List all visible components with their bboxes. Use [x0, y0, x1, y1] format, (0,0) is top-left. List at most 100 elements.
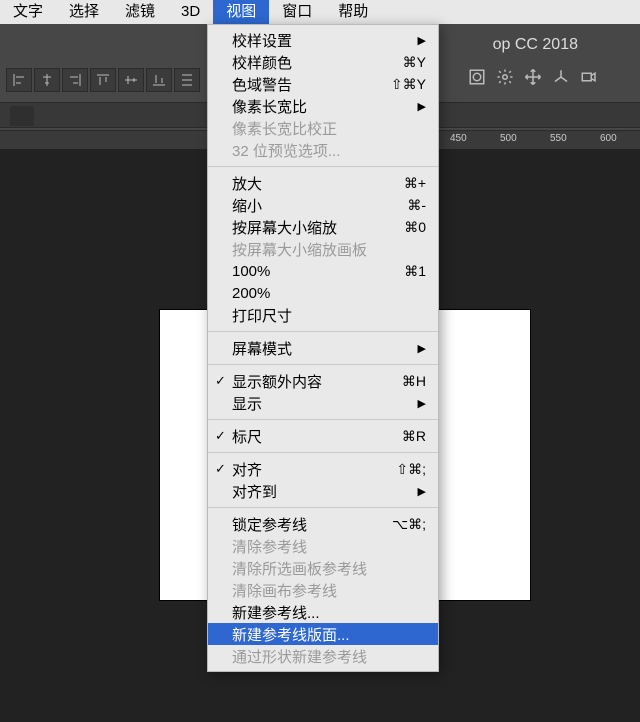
menu-view[interactable]: 视图: [213, 0, 269, 24]
submenu-arrow-icon: ▶: [418, 100, 426, 113]
menu-item[interactable]: ✓ 显示额外内容 ⌘H: [208, 370, 438, 392]
menu-item-label: 新建参考线版面...: [232, 624, 426, 645]
menu-item-label: 屏幕模式: [232, 338, 408, 359]
align-toolbar: [6, 68, 200, 92]
menu-shortcut: ⌘+: [404, 175, 426, 192]
menu-item[interactable]: 200%: [208, 282, 438, 304]
menu-item-label: 清除所选画板参考线: [232, 558, 426, 579]
menu-item: 通过形状新建参考线: [208, 645, 438, 667]
menu-separator: [208, 364, 438, 365]
menu-item[interactable]: ✓ 对齐 ⇧⌘;: [208, 458, 438, 480]
menu-help[interactable]: 帮助: [325, 0, 381, 24]
menu-separator: [208, 331, 438, 332]
menu-shortcut: ⇧⌘Y: [391, 76, 426, 93]
menu-shortcut: ⇧⌘;: [396, 461, 426, 478]
menu-item-label: 新建参考线...: [232, 602, 426, 623]
menu-item-label: 校样设置: [232, 30, 408, 51]
align-top-icon[interactable]: [90, 68, 116, 92]
menu-item: 32 位预览选项...: [208, 139, 438, 161]
align-bottom-icon[interactable]: [146, 68, 172, 92]
ruler-mark: 600: [600, 133, 617, 144]
align-hcenter-icon[interactable]: [34, 68, 60, 92]
ruler-mark: 450: [450, 133, 467, 144]
menu-item[interactable]: 按屏幕大小缩放 ⌘0: [208, 216, 438, 238]
menu-separator: [208, 507, 438, 508]
checkmark-icon: ✓: [215, 373, 226, 389]
menu-shortcut: ⌘1: [404, 263, 426, 280]
menu-item: 像素长宽比校正: [208, 117, 438, 139]
menu-filter[interactable]: 滤镜: [112, 0, 168, 24]
options-bar-icons: [468, 68, 598, 90]
menu-shortcut: ⌘-: [407, 197, 426, 214]
menu-item[interactable]: 色域警告 ⇧⌘Y: [208, 73, 438, 95]
menu-item[interactable]: ✓ 标尺 ⌘R: [208, 425, 438, 447]
menu-text[interactable]: 文字: [0, 0, 56, 24]
menu-separator: [208, 419, 438, 420]
mac-menubar: 文字 选择 滤镜 3D 视图 窗口 帮助: [0, 0, 640, 24]
menu-item-label: 标尺: [232, 426, 392, 447]
align-right-icon[interactable]: [62, 68, 88, 92]
menu-item-label: 清除参考线: [232, 536, 426, 557]
menu-item-label: 按屏幕大小缩放: [232, 217, 394, 238]
menu-item: 清除画布参考线: [208, 579, 438, 601]
menu-item-label: 校样颜色: [232, 52, 393, 73]
menu-item-label: 锁定参考线: [232, 514, 382, 535]
3d-axis-icon[interactable]: [552, 68, 570, 90]
camera-icon[interactable]: [580, 68, 598, 90]
menu-item: 按屏幕大小缩放画板: [208, 238, 438, 260]
menu-item[interactable]: 新建参考线版面...: [208, 623, 438, 645]
menu-shortcut: ⌘H: [402, 373, 426, 390]
move-icon[interactable]: [524, 68, 542, 90]
menu-item[interactable]: 校样设置 ▶: [208, 29, 438, 51]
gear-icon[interactable]: [496, 68, 514, 90]
menu-select[interactable]: 选择: [56, 0, 112, 24]
menu-window[interactable]: 窗口: [269, 0, 325, 24]
document-tab[interactable]: [10, 106, 34, 126]
menu-shortcut: ⌘Y: [403, 54, 426, 71]
menu-item-label: 显示额外内容: [232, 371, 392, 392]
menu-item: 清除所选画板参考线: [208, 557, 438, 579]
menu-item[interactable]: 锁定参考线 ⌥⌘;: [208, 513, 438, 535]
menu-item[interactable]: 新建参考线...: [208, 601, 438, 623]
submenu-arrow-icon: ▶: [418, 485, 426, 498]
menu-item-label: 对齐: [232, 459, 386, 480]
menu-item[interactable]: 打印尺寸: [208, 304, 438, 326]
menu-item-label: 通过形状新建参考线: [232, 646, 426, 667]
menu-item-label: 对齐到: [232, 481, 408, 502]
menu-item-label: 按屏幕大小缩放画板: [232, 239, 426, 260]
menu-shortcut: ⌥⌘;: [392, 516, 426, 533]
submenu-arrow-icon: ▶: [418, 34, 426, 47]
submenu-arrow-icon: ▶: [418, 397, 426, 410]
align-left-icon[interactable]: [6, 68, 32, 92]
menu-item-label: 显示: [232, 393, 408, 414]
mask-icon[interactable]: [468, 68, 486, 90]
menu-shortcut: ⌘0: [404, 219, 426, 236]
menu-item-label: 32 位预览选项...: [232, 140, 426, 161]
menu-item-label: 打印尺寸: [232, 305, 426, 326]
menu-item[interactable]: 缩小⌘-: [208, 194, 438, 216]
distribute-icon[interactable]: [174, 68, 200, 92]
menu-item-label: 色域警告: [232, 74, 381, 95]
menu-item[interactable]: 100% ⌘1: [208, 260, 438, 282]
menu-item[interactable]: 对齐到 ▶: [208, 480, 438, 502]
menu-item-label: 像素长宽比校正: [232, 118, 426, 139]
ruler-mark: 500: [500, 133, 517, 144]
view-menu-dropdown: 校样设置 ▶ 校样颜色 ⌘Y 色域警告 ⇧⌘Y 像素长宽比▶像素长宽比校正32 位预览选项.…: [207, 24, 439, 672]
menu-item-label: 200%: [232, 285, 426, 302]
align-vcenter-icon[interactable]: [118, 68, 144, 92]
menu-item-label: 100%: [232, 263, 394, 280]
menu-item: 清除参考线: [208, 535, 438, 557]
menu-3d[interactable]: 3D: [168, 0, 213, 24]
menu-item-label: 放大: [232, 173, 394, 194]
menu-item[interactable]: 像素长宽比▶: [208, 95, 438, 117]
checkmark-icon: ✓: [215, 428, 226, 444]
checkmark-icon: ✓: [215, 461, 226, 477]
menu-item-label: 清除画布参考线: [232, 580, 426, 601]
menu-shortcut: ⌘R: [402, 428, 426, 445]
menu-item[interactable]: 显示 ▶: [208, 392, 438, 414]
submenu-arrow-icon: ▶: [418, 342, 426, 355]
app-title-fragment: op CC 2018: [493, 36, 578, 54]
menu-item[interactable]: 屏幕模式 ▶: [208, 337, 438, 359]
menu-item[interactable]: 放大 ⌘+: [208, 172, 438, 194]
menu-item[interactable]: 校样颜色 ⌘Y: [208, 51, 438, 73]
